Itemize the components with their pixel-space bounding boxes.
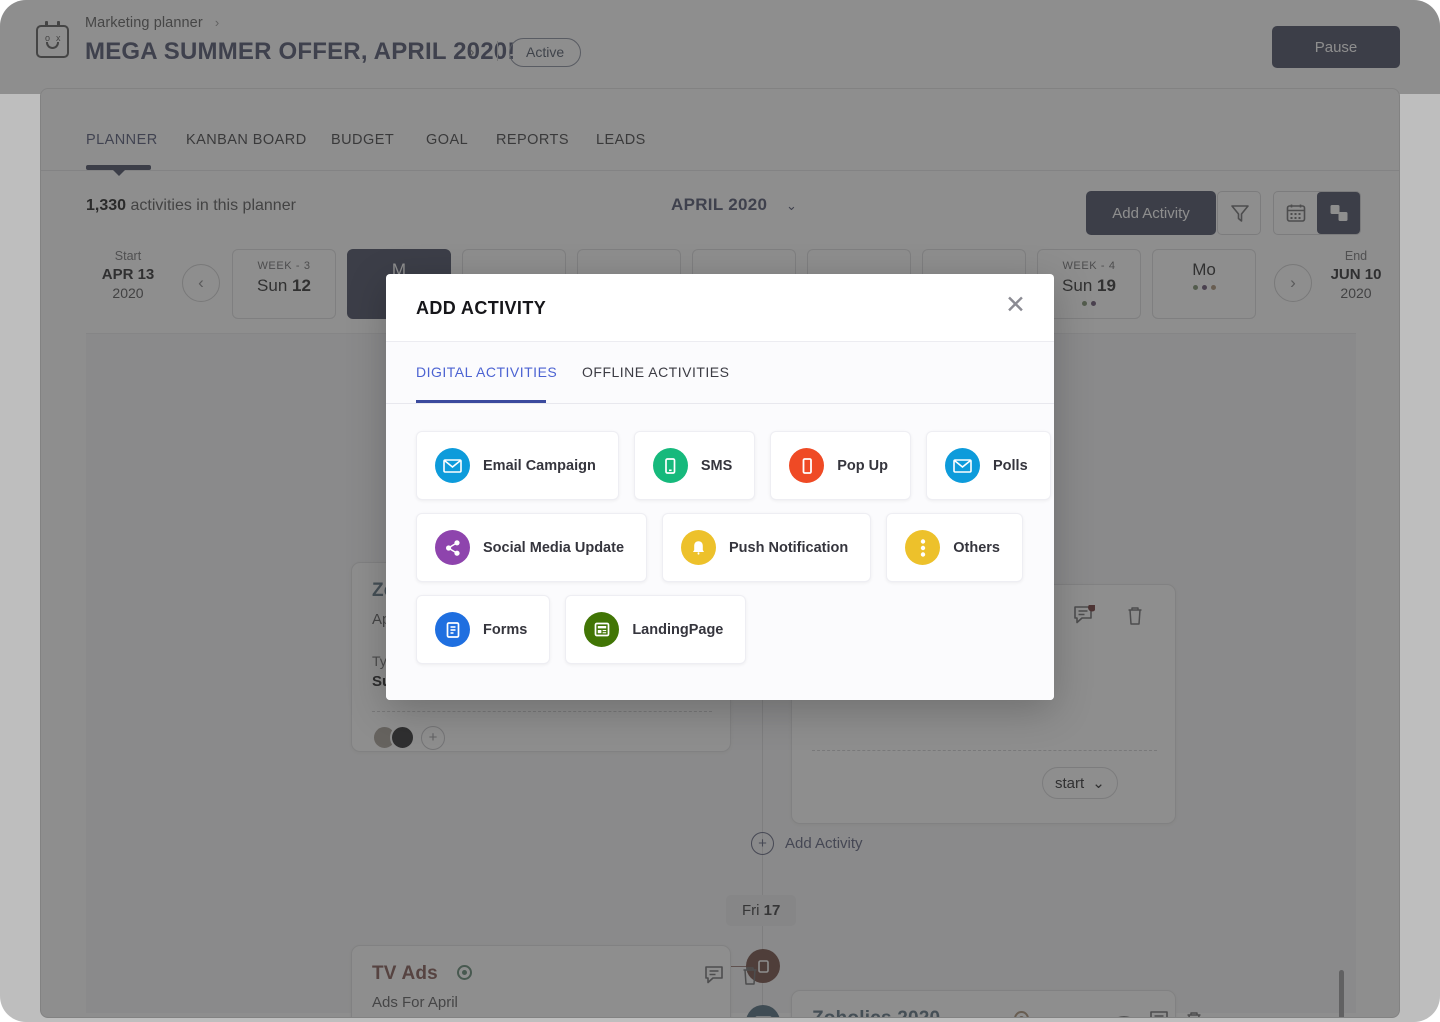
modal-header: ADD ACTIVITY ✕ [386,274,1054,342]
option-email-campaign[interactable]: Email Campaign [416,431,619,500]
email-icon [435,448,470,483]
sms-phone-icon [652,448,688,483]
option-label: LandingPage [632,621,724,638]
modal-body: Email Campaign SMS Pop Up Polls Social M… [386,404,1054,700]
option-label: Push Notification [729,539,849,556]
option-social-media-update[interactable]: Social Media Update [416,513,648,582]
more-dots-icon [905,530,941,565]
activity-option-row: Email Campaign SMS Pop Up Polls [416,431,1054,500]
option-landing-page[interactable]: LandingPage [565,595,747,664]
forms-icon [435,612,470,647]
option-push-notification[interactable]: Push Notification [662,513,872,582]
modal-active-tab-indicator [416,400,546,403]
tab-offline-activities[interactable]: OFFLINE ACTIVITIES [582,364,729,380]
modal-tab-bar: DIGITAL ACTIVITIES OFFLINE ACTIVITIES [386,342,1054,404]
modal-title: ADD ACTIVITY [416,298,547,318]
option-label: Forms [483,621,528,638]
activity-option-row: Social Media Update Push Notification Ot… [416,513,1054,582]
option-others[interactable]: Others [886,513,1023,582]
option-label: Email Campaign [483,457,596,474]
option-label: SMS [700,457,733,474]
landing-page-icon [584,612,620,647]
share-icon [435,530,470,565]
option-label: Polls [992,457,1028,474]
option-sms[interactable]: SMS [633,431,756,500]
option-polls[interactable]: Polls [925,431,1051,500]
tab-digital-activities[interactable]: DIGITAL ACTIVITIES [416,364,557,380]
popup-phone-icon [789,448,825,483]
option-label: Others [953,539,1000,556]
activity-option-row: Forms LandingPage [416,595,1054,664]
polls-envelope-icon [944,448,980,483]
add-activity-modal: ADD ACTIVITY ✕ DIGITAL ACTIVITIES OFFLIN… [386,274,1054,700]
option-forms[interactable]: Forms [416,595,551,664]
option-pop-up[interactable]: Pop Up [770,431,911,500]
option-label: Social Media Update [483,539,625,556]
bell-icon [681,530,717,565]
option-label: Pop Up [837,457,888,474]
app-window: o x Marketing planner › MEGA SUMMER OFFE… [0,0,1440,1022]
close-icon[interactable]: ✕ [1005,293,1026,318]
